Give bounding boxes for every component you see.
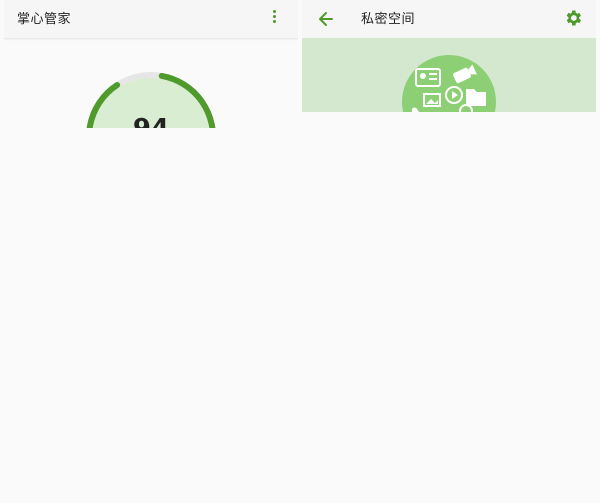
phone-manager-panel: 掌心管家 94 xyxy=(4,0,298,128)
security-score-gauge[interactable]: 94 xyxy=(84,70,218,128)
screen: 掌心管家 94 私密空间 xyxy=(0,0,600,503)
app-bar: 私密空间 xyxy=(302,0,596,38)
page-title: 掌心管家 xyxy=(17,12,72,27)
gear-icon[interactable] xyxy=(563,8,583,28)
arrow-back-icon[interactable] xyxy=(316,9,336,29)
security-score: 94 xyxy=(84,114,218,128)
private-space-icon xyxy=(402,55,496,112)
private-space-panel: 私密空间 xyxy=(302,0,596,112)
page-title: 私密空间 xyxy=(361,12,416,27)
app-bar: 掌心管家 xyxy=(4,0,298,38)
private-space-banner xyxy=(302,38,596,112)
more-vert-icon[interactable] xyxy=(270,10,278,28)
